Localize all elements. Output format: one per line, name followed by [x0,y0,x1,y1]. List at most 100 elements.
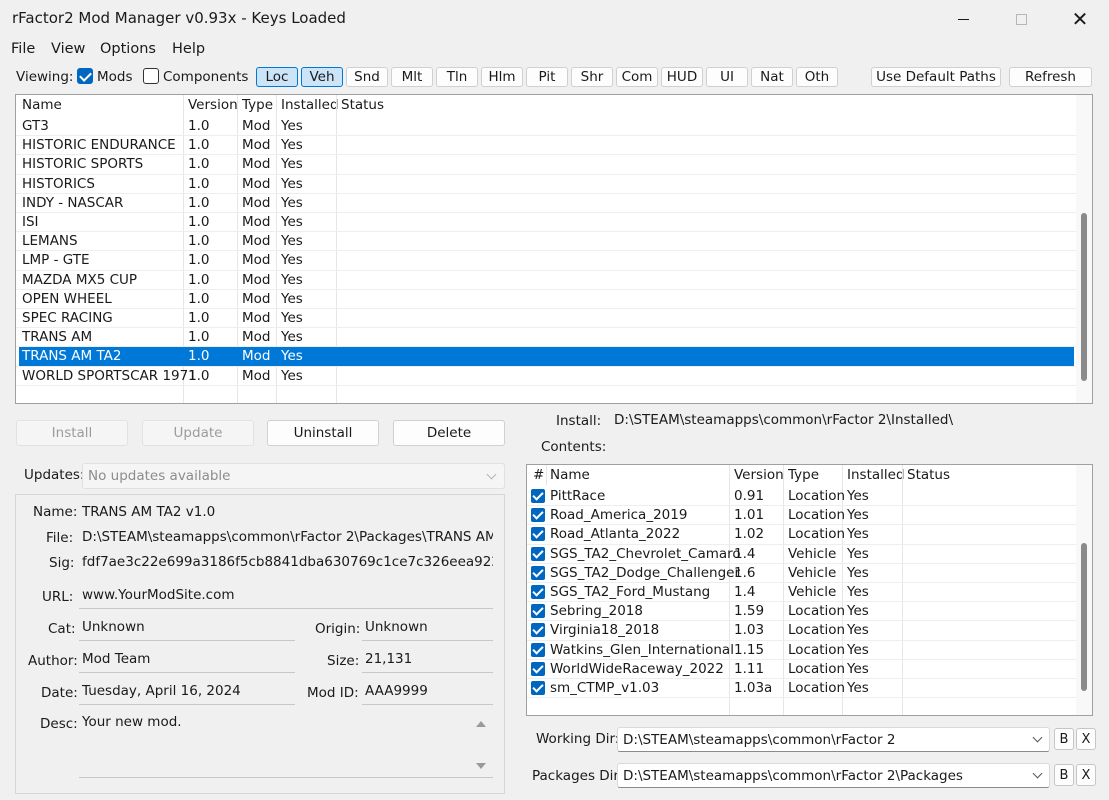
filter-nat-toggle[interactable]: Nat [751,67,793,87]
uninstall-button[interactable]: Uninstall [267,420,379,446]
url-field[interactable]: www.YourModSite.com [79,585,493,609]
content-row[interactable]: SGS_TA2_Dodge_Challenger 1.6 Vehicle Yes [527,564,1075,583]
content-checkbox[interactable] [531,623,545,638]
mod-row[interactable]: WORLD SPORTSCAR 1971 1.0 Mod Yes [19,367,1074,386]
mod-row[interactable]: INDY - NASCAR 1.0 Mod Yes [19,194,1074,213]
minimize-button[interactable] [940,0,986,38]
filter-com-toggle[interactable]: Com [616,67,658,87]
content-row[interactable]: SGS_TA2_Ford_Mustang 1.4 Vehicle Yes [527,583,1075,602]
contents-list-scrollbar[interactable] [1076,465,1092,715]
content-checkbox[interactable] [531,681,545,695]
close-button[interactable]: ✕ [1057,0,1103,38]
scroll-up-icon[interactable] [475,720,487,728]
content-row[interactable]: Road_Atlanta_2022 1.02 Location Yes [527,525,1075,544]
mod-row[interactable]: ISI 1.0 Mod Yes [19,213,1074,232]
column-header-version[interactable]: Version [734,467,784,483]
mods-list-scrollbar[interactable] [1076,95,1092,403]
components-checkbox[interactable] [143,68,159,84]
origin-field[interactable]: Unknown [362,617,493,641]
working-dir-browse-button[interactable]: B [1054,728,1074,750]
filter-pit-toggle[interactable]: Pit [526,67,568,87]
packages-dir-dropdown[interactable]: D:\STEAM\steamapps\common\rFactor 2\Pack… [617,763,1050,788]
mod-row[interactable]: HISTORICS 1.0 Mod Yes [19,175,1074,194]
content-row[interactable]: sm_CTMP_v1.03 1.03a Location Yes [527,679,1075,698]
filter-mlt-toggle[interactable]: Mlt [391,67,433,87]
working-dir-dropdown[interactable]: D:\STEAM\steamapps\common\rFactor 2 [617,727,1050,752]
content-checkbox[interactable] [531,546,545,561]
mod-row[interactable]: TRANS AM TA2 1.0 Mod Yes [19,347,1074,367]
content-row[interactable]: Watkins_Glen_International 1.15 Location Ye… [527,641,1075,660]
working-dir-clear-button[interactable]: X [1076,728,1096,750]
update-button[interactable]: Update [142,420,254,446]
refresh-button[interactable]: Refresh [1009,67,1092,87]
filter-hlm-toggle[interactable]: Hlm [481,67,523,87]
scrollbar-thumb[interactable] [1081,213,1087,381]
content-row[interactable]: Virginia18_2018 1.03 Location Yes [527,621,1075,640]
mod-row[interactable]: LMP - GTE 1.0 Mod Yes [19,251,1074,270]
size-field[interactable]: 21,131 [362,649,493,673]
filter-tln-toggle[interactable]: Tln [436,67,478,87]
mods-list[interactable]: Name Version Type Installed Status GT3 1.… [15,94,1093,404]
content-row[interactable]: Sebring_2018 1.59 Location Yes [527,602,1075,621]
use-default-paths-button[interactable]: Use Default Paths [871,67,1001,87]
column-header-name[interactable]: Name [550,467,590,483]
column-header-installed[interactable]: Installed [847,467,905,483]
column-header-type[interactable]: Type [788,467,819,483]
install-button[interactable]: Install [16,420,128,446]
mods-checkbox[interactable] [77,68,93,84]
filter-veh-toggle[interactable]: Veh [301,67,343,87]
menu-file[interactable]: File [11,41,35,57]
column-header-status[interactable]: Status [907,467,950,483]
content-row[interactable]: Road_America_2019 1.01 Location Yes [527,506,1075,525]
author-field[interactable]: Mod Team [79,649,295,673]
mod-row[interactable]: TRANS AM 1.0 Mod Yes [19,328,1074,347]
filter-oth-toggle[interactable]: Oth [796,67,838,87]
content-checkbox[interactable] [531,585,545,599]
column-header-number[interactable]: # [533,467,544,483]
column-header-name[interactable]: Name [22,97,62,113]
mod-row[interactable]: SPEC RACING 1.0 Mod Yes [19,309,1074,328]
column-header-type[interactable]: Type [242,97,273,113]
content-checkbox[interactable] [531,604,545,619]
mod-row[interactable]: HISTORIC ENDURANCE 1.0 Mod Yes [19,136,1074,155]
menu-view[interactable]: View [51,41,85,57]
desc-field[interactable]: Your new mod. [79,712,493,778]
filter-shr-toggle[interactable]: Shr [571,67,613,87]
content-checkbox[interactable] [531,565,545,580]
content-row[interactable]: PittRace 0.91 Location Yes [527,487,1075,506]
filter-ui-toggle[interactable]: UI [706,67,748,87]
mod-row[interactable]: LEMANS 1.0 Mod Yes [19,232,1074,251]
sig-field[interactable]: fdf7ae3c22e699a3186f5cb8841dba630769c1ce… [79,552,493,574]
content-checkbox[interactable] [531,508,545,523]
menu-options[interactable]: Options [100,41,156,57]
menu-help[interactable]: Help [172,41,205,57]
scrollbar-thumb[interactable] [1081,543,1087,691]
mod-row[interactable]: HISTORIC SPORTS 1.0 Mod Yes [19,155,1074,174]
packages-dir-clear-button[interactable]: X [1076,764,1096,786]
delete-button[interactable]: Delete [393,420,505,446]
mod-row[interactable]: OPEN WHEEL 1.0 Mod Yes [19,290,1074,309]
content-checkbox[interactable] [531,527,545,542]
maximize-button[interactable] [998,0,1044,38]
content-checkbox[interactable] [531,661,545,676]
packages-dir-browse-button[interactable]: B [1054,764,1074,786]
modid-field[interactable]: AAA9999 [362,681,493,705]
scroll-down-icon[interactable] [475,762,487,770]
column-header-installed[interactable]: Installed [281,97,339,113]
content-row[interactable]: SGS_TA2_Chevrolet_Camaro 1.4 Vehicle Yes [527,545,1075,564]
filter-loc-toggle[interactable]: Loc [256,67,298,87]
content-checkbox[interactable] [531,489,545,503]
cat-field[interactable]: Unknown [79,617,295,641]
filter-snd-toggle[interactable]: Snd [346,67,388,87]
mod-row[interactable]: GT3 1.0 Mod Yes [19,117,1074,136]
updates-dropdown[interactable]: No updates available [82,463,505,489]
content-checkbox[interactable] [531,642,545,657]
file-field[interactable]: D:\STEAM\steamapps\common\rFactor 2\Pack… [79,527,493,549]
contents-list[interactable]: # Name Version Type Installed Status Pit… [526,464,1093,716]
content-row[interactable]: WorldWideRaceway_2022 1.11 Location Yes [527,660,1075,679]
date-field[interactable]: Tuesday, April 16, 2024 [79,681,295,705]
column-header-version[interactable]: Version [188,97,238,113]
mod-row[interactable]: MAZDA MX5 CUP 1.0 Mod Yes [19,271,1074,290]
filter-hud-toggle[interactable]: HUD [661,67,703,87]
column-header-status[interactable]: Status [341,97,384,113]
